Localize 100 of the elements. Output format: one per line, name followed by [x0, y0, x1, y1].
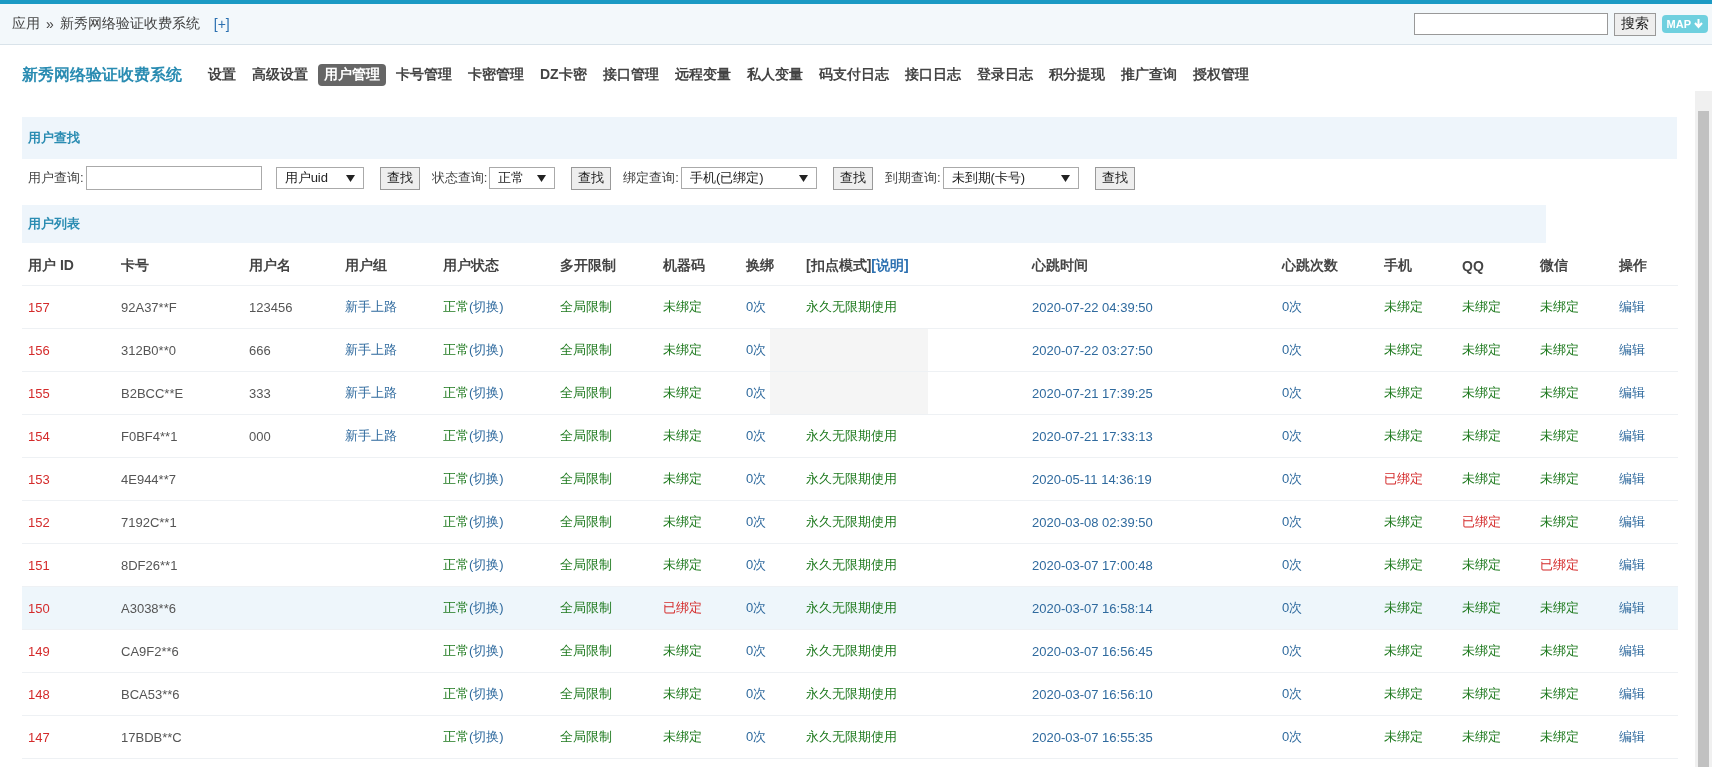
limit-text: 全局限制	[559, 556, 613, 574]
toggle-link[interactable]: (切换)	[469, 600, 504, 615]
user-id: 157	[27, 299, 51, 315]
dropdown[interactable]: 未到期(卡号)	[942, 167, 1079, 189]
nav-tab[interactable]: 码支付日志	[812, 64, 895, 86]
nav-tab[interactable]: DZ卡密	[534, 64, 593, 86]
add-link[interactable]: [+]	[213, 16, 230, 32]
status-text: 正常	[443, 471, 469, 486]
toggle-link[interactable]: (切换)	[469, 643, 504, 658]
group-link[interactable]: 新手上路	[339, 427, 437, 445]
nav-tab[interactable]: 用户管理	[318, 64, 386, 86]
edit-link[interactable]: 编辑	[1613, 384, 1678, 402]
table-row[interactable]: 147 17BDB**C 正常(切换) 全局限制 未绑定 0次 永久无限期使用 2020-03-07 16:55:35 0次 未绑定 未绑定 未绑定 编辑	[22, 716, 1678, 759]
edit-link[interactable]: 编辑	[1613, 298, 1678, 316]
scrollbar[interactable]	[1695, 91, 1712, 767]
table-row[interactable]: 150 A3038**6 正常(切换) 全局限制 已绑定 0次 永久无限期使用 2020-03-07 16:58:14 0次 未绑定 未绑定 未绑定 编辑	[22, 587, 1678, 630]
dropdown[interactable]: 用户uid	[275, 167, 364, 189]
edit-link[interactable]: 编辑	[1613, 556, 1678, 574]
edit-link[interactable]: 编辑	[1613, 599, 1678, 617]
toggle-link[interactable]: (切换)	[469, 557, 504, 572]
limit-text: 全局限制	[559, 470, 613, 488]
nav-tab[interactable]: 高级设置	[246, 64, 314, 86]
nav-tab[interactable]: 接口管理	[596, 64, 665, 86]
section-title: 用户列表	[28, 215, 80, 233]
brand-title: 新秀网络验证收费系统	[22, 64, 182, 85]
column-header: 换绑	[745, 257, 775, 275]
query-field[interactable]	[85, 166, 262, 190]
nav-tab[interactable]: 卡号管理	[390, 64, 458, 86]
toggle-link[interactable]: (切换)	[469, 514, 504, 529]
search-button[interactable]: 搜索	[1613, 12, 1656, 36]
edit-link[interactable]: 编辑	[1613, 728, 1678, 746]
rebind-count: 0次	[745, 685, 768, 703]
table-row[interactable]: 148 BCA53**6 正常(切换) 全局限制 未绑定 0次 永久无限期使用 2020-03-07 16:56:10 0次 未绑定 未绑定 未绑定 编辑	[22, 673, 1678, 716]
dropdown[interactable]: 正常	[489, 167, 556, 189]
toggle-link[interactable]: (切换)	[469, 299, 504, 314]
nav-tab[interactable]: 私人变量	[740, 64, 809, 86]
edit-link[interactable]: 编辑	[1613, 513, 1678, 531]
table-row[interactable]: 153 4E944**7 正常(切换) 全局限制 未绑定 0次 永久无限期使用 2020-05-11 14:36:19 0次 已绑定 未绑定 未绑定 编辑	[22, 458, 1678, 501]
table-row[interactable]: 157 92A37**F 123456 新手上路 正常(切换) 全局限制 未绑定 0次 永久无限期使用 2020-07-22 04:39:50 0次 未绑定 未绑定 未绑定 编辑	[22, 286, 1678, 329]
nav-tab[interactable]: 授权管理	[1186, 64, 1255, 86]
find-button[interactable]: 查找	[1094, 166, 1135, 190]
binding-status: 未绑定	[1383, 599, 1424, 617]
table-row[interactable]: 152 7192C**1 正常(切换) 全局限制 未绑定 0次 永久无限期使用 2020-03-08 02:39:50 0次 未绑定 已绑定 未绑定 编辑	[22, 501, 1678, 544]
group-link[interactable]: 新手上路	[339, 384, 437, 402]
heartbeat-count: 0次	[1281, 513, 1304, 531]
edit-link[interactable]: 编辑	[1613, 427, 1678, 445]
binding-status: 未绑定	[1539, 642, 1580, 660]
nav-tab[interactable]: 登录日志	[970, 64, 1039, 86]
find-button[interactable]: 查找	[379, 166, 420, 190]
mode-text: 永久无限期使用	[806, 599, 897, 617]
nav-tab[interactable]: 积分提现	[1042, 64, 1111, 86]
binding-status: 未绑定	[1461, 642, 1502, 660]
toggle-link[interactable]: (切换)	[469, 471, 504, 486]
table-row[interactable]: 149 CA9F2**6 正常(切换) 全局限制 未绑定 0次 永久无限期使用 2020-03-07 16:56:45 0次 未绑定 未绑定 未绑定 编辑	[22, 630, 1678, 673]
limit-text: 全局限制	[559, 341, 613, 359]
toggle-link[interactable]: (切换)	[469, 686, 504, 701]
user-id: 153	[27, 471, 51, 487]
limit-text: 全局限制	[559, 384, 613, 402]
find-button[interactable]: 查找	[832, 166, 873, 190]
heartbeat-time: 2020-07-22 04:39:50	[1031, 299, 1154, 315]
group-link[interactable]: 新手上路	[339, 341, 437, 359]
edit-link[interactable]: 编辑	[1613, 470, 1678, 488]
table-row[interactable]: 156 312B0**0 666 新手上路 正常(切换) 全局限制 未绑定 0次 2020-07-22 03:27:50 0次 未绑定 未绑定 未绑定 编辑	[22, 329, 1678, 372]
heartbeat-count: 0次	[1281, 599, 1304, 617]
toggle-link[interactable]: (切换)	[469, 385, 504, 400]
mode-text: 永久无限期使用	[806, 427, 897, 445]
nav-tab[interactable]: 接口日志	[898, 64, 967, 86]
group-link[interactable]: 新手上路	[339, 298, 437, 316]
breadcrumb-link[interactable]: 应用	[12, 15, 40, 33]
edit-link[interactable]: 编辑	[1613, 642, 1678, 660]
limit-text: 全局限制	[559, 298, 613, 316]
table-row[interactable]: 155 B2BCC**E 333 新手上路 正常(切换) 全局限制 未绑定 0次 2020-07-21 17:39:25 0次 未绑定 未绑定 未绑定 编辑	[22, 372, 1678, 415]
mode-text: 永久无限期使用	[806, 556, 897, 574]
toggle-link[interactable]: (切换)	[469, 342, 504, 357]
machine-code-status: 未绑定	[662, 298, 703, 316]
binding-status: 未绑定	[1461, 599, 1502, 617]
binding-status: 未绑定	[1461, 298, 1502, 316]
table-row[interactable]: 154 F0BF4**1 000 新手上路 正常(切换) 全局限制 未绑定 0次 永久无限期使用 2020-07-21 17:33:13 0次 未绑定 未绑定 未绑定 编辑	[22, 415, 1678, 458]
machine-code-status: 未绑定	[662, 470, 703, 488]
search-field[interactable]	[1413, 13, 1608, 35]
binding-status: 未绑定	[1539, 298, 1580, 316]
toggle-link[interactable]: (切换)	[469, 729, 504, 744]
toggle-link[interactable]: (切换)	[469, 428, 504, 443]
nav-tab[interactable]: 设置	[202, 64, 242, 86]
nav-tab[interactable]: 推广查询	[1114, 64, 1183, 86]
binding-status: 已绑定	[1383, 470, 1424, 488]
machine-code-status: 未绑定	[662, 384, 703, 402]
user-id: 155	[27, 385, 51, 401]
binding-status: 未绑定	[1461, 556, 1502, 574]
edit-link[interactable]: 编辑	[1613, 685, 1678, 703]
find-button[interactable]: 查找	[571, 166, 612, 190]
binding-status: 未绑定	[1383, 685, 1424, 703]
status-text: 正常	[443, 686, 469, 701]
nav-tab[interactable]: 卡密管理	[462, 64, 530, 86]
nav-tab[interactable]: 远程变量	[668, 64, 737, 86]
dropdown[interactable]: 手机(已绑定)	[680, 167, 817, 189]
help-link[interactable]: [说明]	[871, 257, 909, 273]
binding-status: 未绑定	[1461, 384, 1502, 402]
heartbeat-time: 2020-03-07 16:56:10	[1031, 686, 1154, 702]
edit-link[interactable]: 编辑	[1613, 341, 1678, 359]
